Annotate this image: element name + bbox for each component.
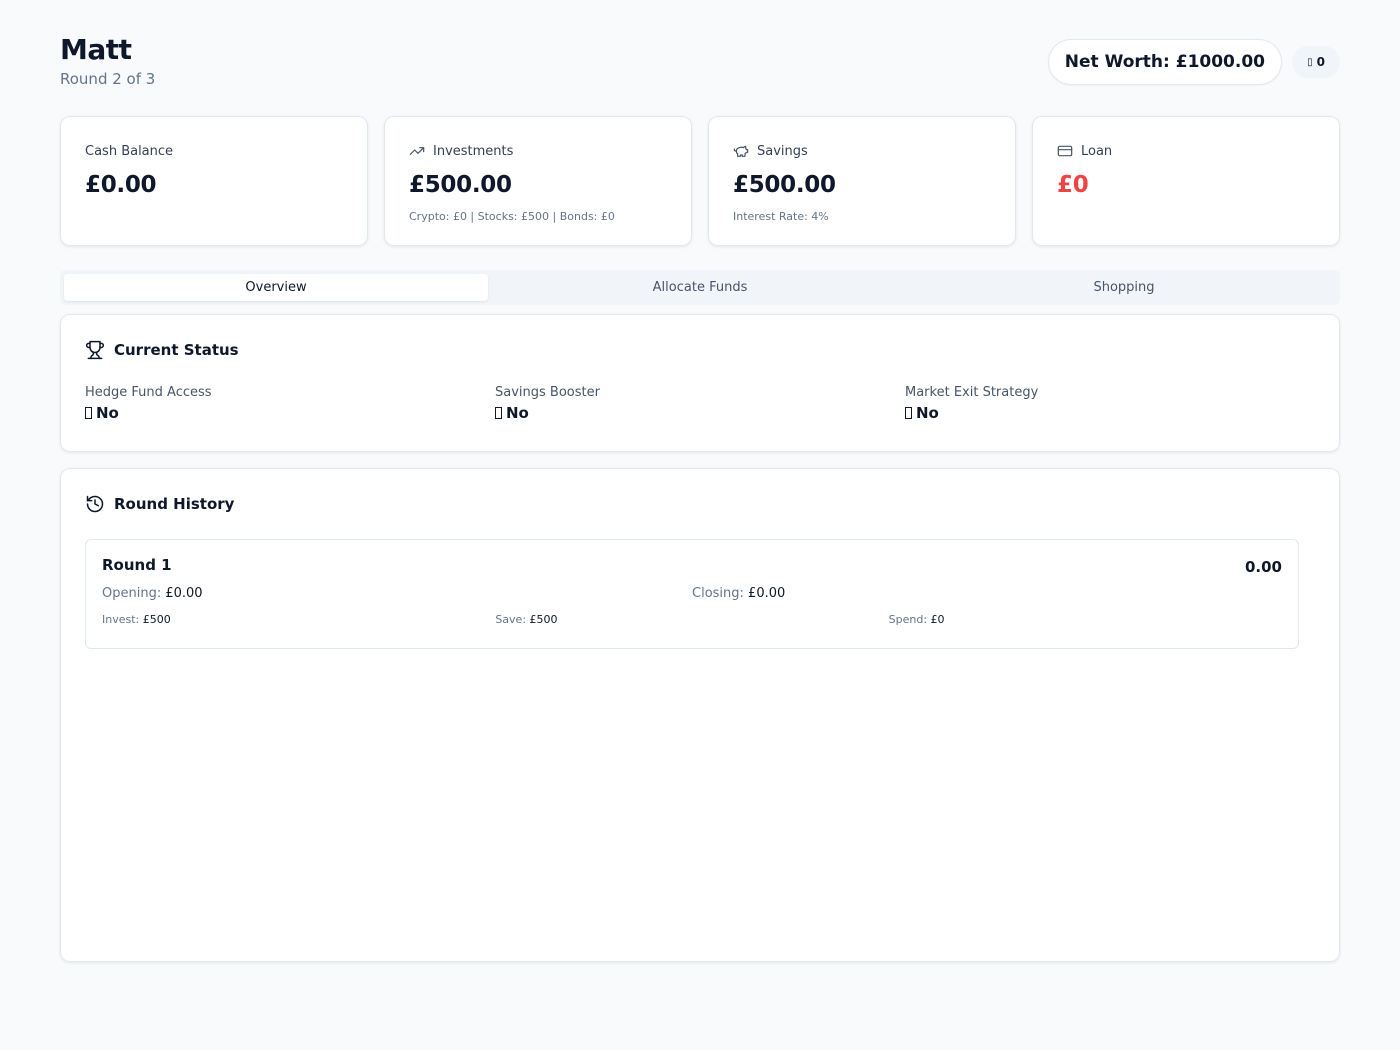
panel-title: Round History — [114, 495, 235, 513]
card-label: Investments — [433, 143, 514, 159]
savings-value: £500.00 — [733, 172, 836, 198]
summary-cards: Cash Balance £0.00 Investments £500.00 C… — [60, 116, 1340, 246]
savings-card: Savings £500.00 Interest Rate: 4% — [708, 116, 1016, 246]
page-header: Matt Round 2 of 3 — [60, 32, 155, 88]
round-total: 0.00 — [1244, 558, 1282, 576]
small-icon: ▯ — [1307, 56, 1313, 68]
header-right: Net Worth: £1000.00 ▯ 0 — [1047, 39, 1340, 85]
save-amount: Save: £500 — [495, 613, 558, 626]
counter-badge[interactable]: ▯ 0 — [1292, 46, 1340, 78]
tab-shopping[interactable]: Shopping — [912, 274, 1336, 301]
cash-balance-card: Cash Balance £0.00 — [60, 116, 368, 246]
tab-overview[interactable]: Overview — [64, 274, 488, 301]
panel-title: Current Status — [114, 341, 239, 359]
round-title: Round 1 — [102, 556, 172, 574]
status-icon — [85, 407, 92, 419]
closing-balance: Closing: £0.00 — [692, 586, 786, 601]
trending-up-icon — [409, 147, 425, 155]
investments-value: £500.00 — [409, 172, 512, 198]
opening-balance: Opening: £0.00 — [102, 586, 203, 601]
net-worth-badge: Net Worth: £1000.00 — [1047, 39, 1282, 85]
trophy-icon — [85, 340, 105, 360]
card-label: Savings — [757, 143, 808, 159]
player-name: Matt — [60, 33, 132, 66]
piggy-bank-icon — [733, 145, 749, 157]
invest-amount: Invest: £500 — [102, 613, 171, 626]
savings-booster-status: Savings Booster No — [495, 385, 600, 422]
card-label: Cash Balance — [85, 143, 174, 159]
round-indicator: Round 2 of 3 — [60, 70, 156, 88]
investments-breakdown: Crypto: £0 | Stocks: £500 | Bonds: £0 — [409, 210, 615, 223]
loan-value: £0 — [1057, 172, 1089, 198]
round-history-panel: Round History Round 1 0.00 Opening: £0.0… — [60, 468, 1340, 962]
current-status-panel: Current Status Hedge Fund Access No Savi… — [60, 314, 1340, 452]
hedge-fund-status: Hedge Fund Access No — [85, 385, 212, 422]
cash-balance-value: £0.00 — [85, 172, 157, 198]
card-label: Loan — [1081, 143, 1113, 159]
status-icon — [905, 407, 912, 419]
counter-value: 0 — [1316, 55, 1325, 69]
history-icon — [86, 495, 104, 513]
investments-card: Investments £500.00 Crypto: £0 | Stocks:… — [384, 116, 692, 246]
market-exit-status: Market Exit Strategy No — [905, 385, 1039, 422]
round-history-item: Round 1 0.00 Opening: £0.00 Closing: £0.… — [85, 539, 1299, 649]
spend-amount: Spend: £0 — [888, 613, 945, 626]
tab-allocate-funds[interactable]: Allocate Funds — [488, 274, 912, 301]
credit-card-icon — [1057, 145, 1073, 157]
interest-rate: Interest Rate: 4% — [733, 210, 829, 223]
status-icon — [495, 407, 502, 419]
tab-bar: Overview Allocate Funds Shopping — [60, 270, 1340, 305]
loan-card: Loan £0 — [1032, 116, 1340, 246]
